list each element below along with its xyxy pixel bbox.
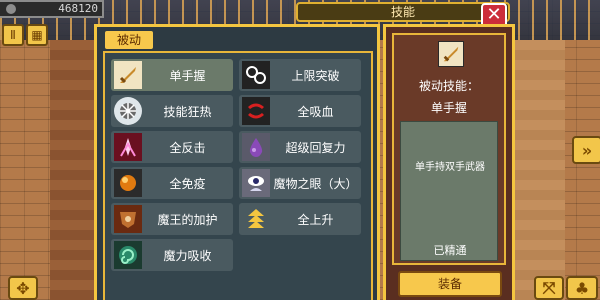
close-icon: ✕ [486,4,502,25]
skill-item-demon-king-protection[interactable]: 魔王的加护 [111,203,233,235]
skill-label: 上限突破 [291,68,340,83]
skill-label: 魔力吸收 [163,248,212,263]
pause-icon: Ⅱ [10,28,16,42]
skill-status: 已精通 [433,244,467,257]
skill-item-full-immunity[interactable]: 全免疫 [111,167,233,199]
skill-label: 全免疫 [169,176,206,191]
arrows-icon: ⤧ [542,278,556,297]
skill-panel: 被动 单手握 上限突破 技能狂热 全吸血 全反击 超级回复力 全免疫 魔物之眼（… [94,24,380,300]
skill-item-super-recovery[interactable]: 超级回复力 [239,131,361,163]
dpad-button[interactable]: ✥ [8,276,38,300]
potion-icon [242,133,270,161]
window-title: 技能 [296,2,510,22]
skill-item-monster-eye[interactable]: 魔物之眼（大） [239,167,361,199]
skill-label: 全反击 [169,140,206,155]
demon-shield-icon [114,205,142,233]
skill-label: 技能狂热 [163,104,212,119]
counter-icon [114,133,142,161]
orb-icon [114,169,142,197]
skill-item-full-lifesteal[interactable]: 全吸血 [239,95,361,127]
skill-detail-frame: 被动技能： 单手握 单手持双手武器 已精通 [392,33,506,265]
skill-item-full-counter[interactable]: 全反击 [111,131,233,163]
skill-label: 单手握 [169,68,206,83]
skill-label: 全吸血 [297,104,334,119]
sword-icon [114,61,142,89]
skill-name: 单手握 [430,101,467,115]
skill-item-limit-break[interactable]: 上限突破 [239,59,361,91]
skill-label: 全上升 [297,212,334,227]
sword-icon [438,41,464,67]
skill-label: 超级回复力 [285,140,346,155]
skill-label: 魔物之眼（大） [273,176,358,191]
skill-item-mana-absorb[interactable]: 魔力吸收 [111,239,233,271]
skill-type-label: 被动技能： [418,79,479,93]
tab-passive[interactable]: 被动 [105,31,153,49]
dpad-icon: ✥ [16,278,30,298]
burst-icon [114,97,142,125]
gold-counter: 468120 [0,0,104,18]
skill-item-skill-frenzy[interactable]: 技能狂热 [111,95,233,127]
fang-icon [242,97,270,125]
gold-value: 468120 [58,2,98,15]
grid-icon: ▦ [31,28,43,42]
tree-button[interactable]: ♣ [566,276,598,300]
skill-description: 单手持双手武器 [415,162,485,173]
skill-item-one-hand-grip[interactable]: 单手握 [111,59,233,91]
skill-label: 魔王的加护 [157,212,218,227]
next-page-button[interactable]: » [572,136,600,164]
skill-grid: 单手握 上限突破 技能狂热 全吸血 全反击 超级回复力 全免疫 魔物之眼（大） … [103,51,373,300]
skill-description-box: 单手持双手武器 已精通 [400,121,498,261]
background-ladder-left [50,40,98,300]
move-button[interactable]: ⤧ [534,276,564,300]
menu-grid-button[interactable]: ▦ [26,24,48,46]
chain-break-icon [242,61,270,89]
skill-item-all-rise[interactable]: 全上升 [239,203,361,235]
double-chevron-right-icon: » [581,140,593,160]
coin-icon [6,4,16,14]
triple-arrow-up-icon [242,205,270,233]
eye-icon [242,169,270,197]
background-ladder-right [515,40,565,300]
pause-button[interactable]: Ⅱ [2,24,24,46]
tree-icon: ♣ [574,278,590,298]
skill-detail-panel: 被动技能： 单手握 单手持双手武器 已精通 装备 [383,24,515,300]
equip-button[interactable]: 装备 [398,271,502,297]
swirl-icon [114,241,142,269]
